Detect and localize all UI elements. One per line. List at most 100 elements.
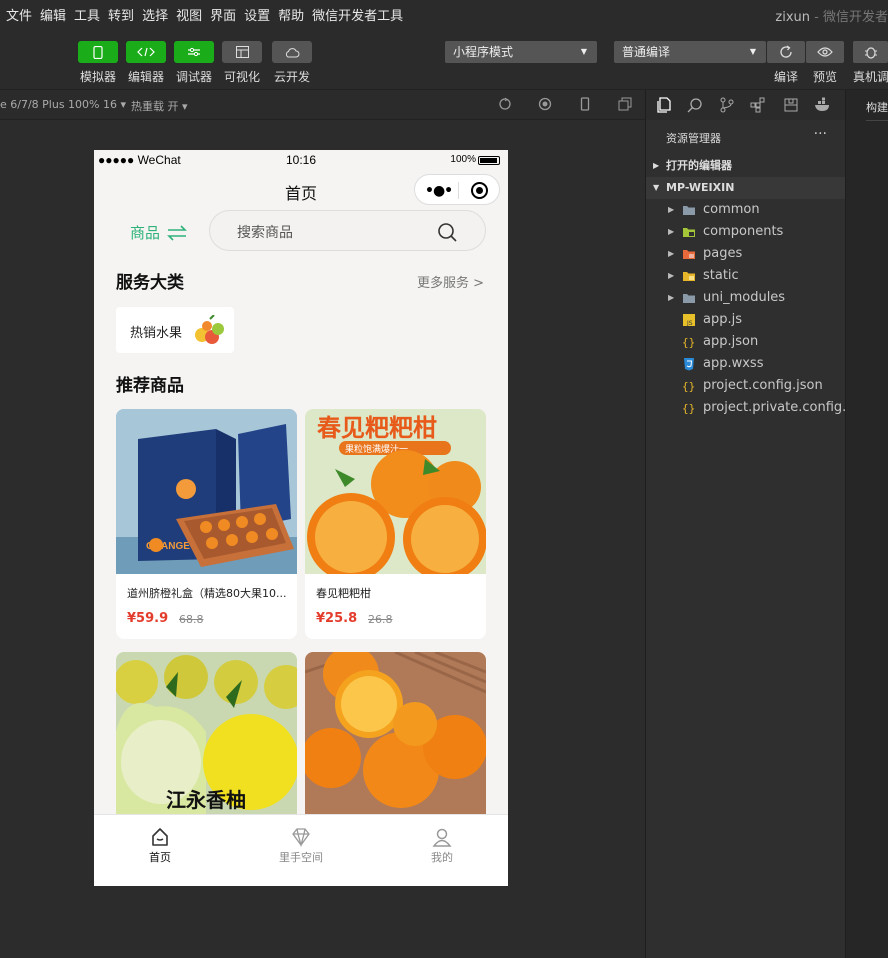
simulator-button[interactable]: 模拟器 — [78, 41, 118, 85]
tree-item-label: common — [703, 202, 760, 217]
open-editors-section[interactable]: ▶ 打开的编辑器 — [646, 155, 846, 177]
source-control-icon[interactable] — [719, 97, 735, 113]
tree-item-label: app.js — [703, 312, 742, 327]
hotreload-toggle[interactable]: 热重载 开 ▾ — [131, 98, 188, 114]
tree-item-app-json[interactable]: {} app.json — [646, 331, 846, 353]
project-section[interactable]: ▼ MP-WEIXIN — [646, 177, 846, 199]
debugger-button[interactable]: 调试器 — [174, 41, 214, 85]
product-card[interactable]: ORANGE 道州脐橙礼盒（精选80大果10... ¥59.9 68.8 — [116, 409, 297, 639]
compile-select[interactable]: 普通编译 ▼ — [614, 41, 766, 63]
json-file-icon: {} — [682, 402, 695, 415]
rotate-icon[interactable] — [498, 97, 512, 111]
tree-item-label: pages — [703, 246, 743, 261]
tab-mine[interactable]: 我的 — [402, 827, 482, 865]
caret-down-icon: ▼ — [580, 47, 587, 56]
editor-label: 编辑器 — [127, 70, 164, 84]
phone-icon[interactable] — [578, 97, 592, 111]
storage-icon[interactable] — [783, 97, 799, 113]
product-original-price: 26.8 — [368, 613, 393, 626]
components-folder-icon — [683, 228, 695, 237]
menu-edit[interactable]: 编辑 — [40, 5, 66, 24]
menu-settings[interactable]: 设置 — [244, 5, 270, 24]
tree-item-app-js[interactable]: JS app.js — [646, 309, 846, 331]
eye-icon — [817, 47, 833, 57]
product-image: ORANGE — [116, 409, 297, 574]
tab-home[interactable]: 首页 — [120, 827, 200, 865]
visual-button[interactable]: 可视化 — [222, 41, 262, 85]
category-switch[interactable]: 商品 — [130, 222, 188, 243]
mandarin-image: 春见粑粑柑 果粒饱满爆汁一 — [305, 409, 486, 574]
preview-button[interactable]: 预览 — [806, 41, 844, 85]
build-tab[interactable]: 构建 — [866, 99, 888, 115]
caret-down-icon: ▼ — [749, 47, 756, 56]
tree-item-label: static — [703, 268, 739, 283]
product-original-price: 68.8 — [179, 613, 204, 626]
tree-item-project-private-config[interactable]: {} project.private.config.js... — [646, 397, 846, 419]
window-title: zixun - 微信开发者 — [775, 6, 888, 25]
phone-icon — [93, 45, 103, 59]
tree-item-pages[interactable]: ▶ pages — [646, 243, 846, 265]
search-icon[interactable] — [687, 97, 703, 113]
menu-tools[interactable]: 工具 — [74, 5, 100, 24]
menu-select[interactable]: 选择 — [142, 5, 168, 24]
tab-space[interactable]: 里手空间 — [261, 827, 341, 865]
cloud-button[interactable]: 云开发 — [272, 41, 312, 85]
stop-icon[interactable] — [538, 97, 552, 111]
activity-bar — [645, 90, 845, 120]
files-icon[interactable] — [656, 97, 672, 113]
mode-select[interactable]: 小程序模式 ▼ — [445, 41, 597, 63]
menu-devtools[interactable]: 微信开发者工具 — [312, 5, 403, 24]
fruit-basket-icon — [195, 315, 224, 344]
more-services-link[interactable]: 更多服务 > — [417, 272, 484, 291]
tree-item-components[interactable]: ▶ components — [646, 221, 846, 243]
menu-help[interactable]: 帮助 — [278, 5, 304, 24]
chevron-right-icon: ▶ — [668, 205, 675, 214]
detach-window-icon[interactable] — [618, 97, 632, 111]
product-name: 道州脐橙礼盒（精选80大果10... — [127, 587, 287, 600]
chevron-right-icon: ▶ — [668, 249, 675, 258]
compile-button[interactable]: 编译 — [767, 41, 805, 85]
banner-title-text: 春见粑粑柑 — [317, 414, 437, 442]
product-image — [305, 652, 486, 817]
chevron-right-icon: ▶ — [668, 271, 675, 280]
user-icon — [432, 828, 452, 847]
search-icon[interactable] — [437, 222, 457, 242]
tree-item-label: project.private.config.js... — [703, 400, 846, 415]
editor-button[interactable]: 编辑器 — [126, 41, 166, 85]
menu-goto[interactable]: 转到 — [108, 5, 134, 24]
svg-text:{}: {} — [682, 336, 695, 349]
menu-capsule[interactable]: •●• — [414, 174, 500, 205]
category-chip-hot-fruit[interactable]: 热销水果 — [116, 307, 234, 353]
close-target-icon[interactable] — [471, 182, 488, 199]
svg-text:{}: {} — [682, 402, 695, 415]
tree-item-uni-modules[interactable]: ▶ uni_modules — [646, 287, 846, 309]
tree-item-project-config[interactable]: {} project.config.json — [646, 375, 846, 397]
compile-label: 编译 — [773, 70, 798, 84]
menu-file[interactable]: 文件 — [6, 5, 32, 24]
extensions-icon[interactable] — [750, 97, 766, 113]
chevron-right-icon: ▶ — [653, 161, 660, 170]
menu-interface[interactable]: 界面 — [210, 5, 236, 24]
menu-view[interactable]: 视图 — [176, 5, 202, 24]
docker-icon[interactable] — [814, 97, 832, 113]
debugger-label: 调试器 — [175, 70, 212, 84]
code-icon — [137, 47, 155, 57]
tree-item-app-wxss[interactable]: app.wxss — [646, 353, 846, 375]
tree-item-common[interactable]: ▶ common — [646, 199, 846, 221]
visual-label: 可视化 — [223, 70, 260, 84]
cloud-icon — [285, 47, 300, 57]
tree-item-static[interactable]: ▶ static — [646, 265, 846, 287]
product-card[interactable]: 春见粑粑柑 果粒饱满爆汁一 春见粑粑柑 ¥25.8 26.8 — [305, 409, 486, 639]
realdebug-label: 真机调 — [853, 70, 888, 84]
js-file-icon: JS — [683, 314, 695, 327]
device-select[interactable]: e 6/7/8 Plus 100% 16 ▾ — [0, 98, 126, 111]
more-dots-icon[interactable]: •●• — [425, 183, 453, 199]
search-input[interactable]: 搜索商品 — [209, 210, 486, 251]
realdebug-button[interactable]: 真机调 — [853, 41, 888, 85]
orange-giftbox-image: ORANGE — [116, 409, 297, 574]
window-user: zixun — [775, 10, 811, 25]
json-file-icon: {} — [682, 380, 695, 393]
chevron-right-icon: ▶ — [668, 293, 675, 302]
more-actions-icon[interactable]: ··· — [814, 126, 827, 142]
simulator-subbar: e 6/7/8 Plus 100% 16 ▾ 热重载 开 ▾ — [0, 90, 645, 120]
